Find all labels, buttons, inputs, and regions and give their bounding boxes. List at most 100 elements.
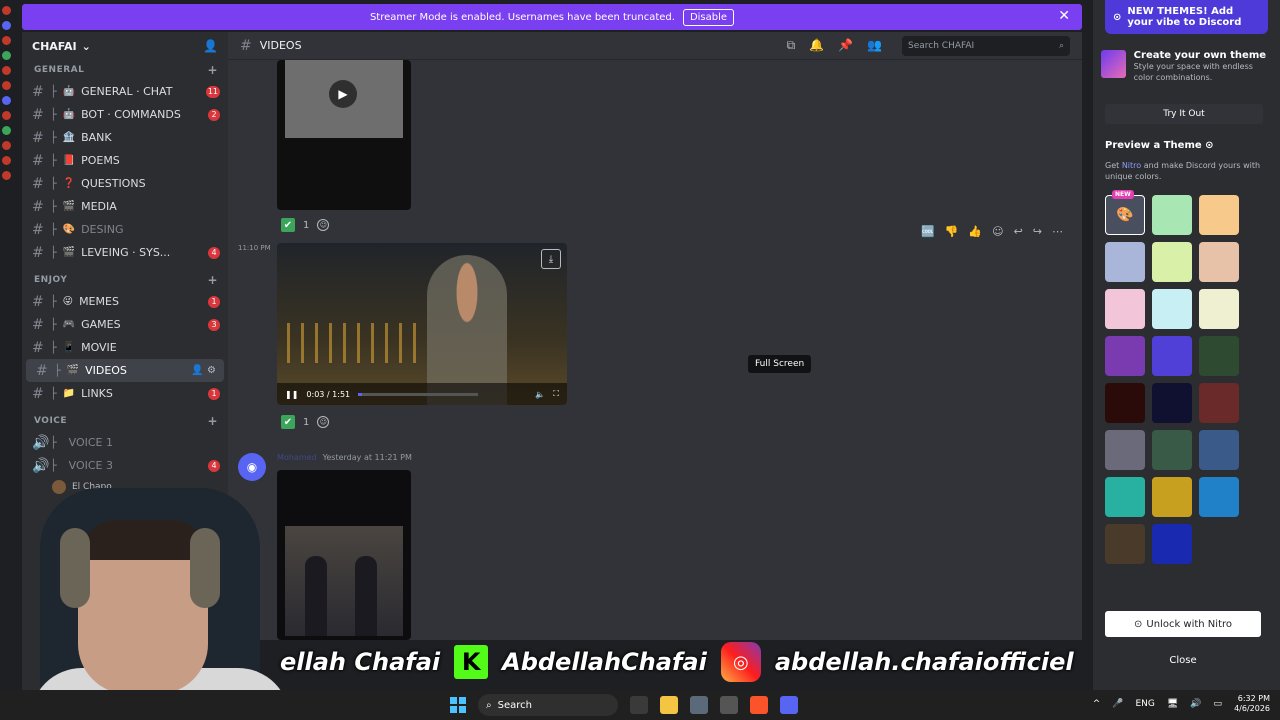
theme-swatch[interactable] <box>1199 195 1239 235</box>
theme-swatch[interactable] <box>1199 477 1239 517</box>
server-icon[interactable] <box>2 171 11 180</box>
server-header[interactable]: CHAFAI ⌄ 👤 <box>22 32 228 60</box>
search-input[interactable]: Search CHAFAI ⌕ <box>902 35 1070 56</box>
thumbs-up-icon[interactable]: 👍 <box>968 225 982 238</box>
theme-swatch[interactable] <box>1152 289 1192 329</box>
server-icon[interactable] <box>2 111 11 120</box>
theme-swatch[interactable] <box>1199 289 1239 329</box>
theme-swatch[interactable] <box>1105 430 1145 470</box>
pause-icon[interactable]: ❚❚ <box>285 390 298 399</box>
server-icon[interactable] <box>2 36 11 45</box>
task-view-icon[interactable] <box>630 696 648 714</box>
channel-item[interactable]: # ├ ❓ QUESTIONS <box>22 172 228 195</box>
channel-item[interactable]: # ├ 🎨 DESING <box>22 218 228 241</box>
plus-icon[interactable]: + <box>207 414 218 428</box>
server-icon[interactable] <box>2 126 11 135</box>
theme-swatch[interactable] <box>1152 477 1192 517</box>
theme-swatch[interactable] <box>1152 524 1192 564</box>
chevron-up-icon[interactable]: ^ <box>1093 699 1101 709</box>
theme-swatch[interactable] <box>1152 430 1192 470</box>
theme-swatch[interactable] <box>1105 383 1145 423</box>
channel-item[interactable]: 🔊 ├ VOICE 1 <box>22 431 228 454</box>
close-button[interactable]: Close <box>1105 650 1261 670</box>
server-icon[interactable] <box>2 156 11 165</box>
emoji-icon[interactable]: ☺ <box>992 225 1003 238</box>
theme-swatch[interactable] <box>1152 195 1192 235</box>
try-it-button[interactable]: Try It Out <box>1105 104 1263 124</box>
more-icon[interactable]: ⋯ <box>1052 225 1063 238</box>
theme-swatch[interactable] <box>1199 430 1239 470</box>
mic-icon[interactable]: 🎤 <box>1112 699 1123 709</box>
reply-icon[interactable]: ↩ <box>1014 225 1023 238</box>
channel-item[interactable]: # ├ 🏦 BANK <box>22 126 228 149</box>
fullscreen-icon[interactable]: ⛶ <box>553 389 559 399</box>
add-reaction-icon[interactable]: ☺ <box>317 219 330 231</box>
theme-swatch[interactable] <box>1105 242 1145 282</box>
brave-icon[interactable] <box>750 696 768 714</box>
bell-icon[interactable]: 🔔 <box>809 38 824 53</box>
channel-settings-icon[interactable]: 👤 ⚙ <box>191 365 216 376</box>
pin-icon[interactable]: 📌 <box>838 38 853 53</box>
theme-swatch[interactable] <box>1199 336 1239 376</box>
theme-swatch[interactable] <box>1152 242 1192 282</box>
channel-item[interactable]: # ├ 📁 LINKS 1 <box>22 382 228 405</box>
channel-item[interactable]: 🔊 ├ VOICE 3 4 <box>22 454 228 477</box>
download-icon[interactable]: ⤓ <box>541 249 561 269</box>
theme-swatch[interactable] <box>1199 383 1239 423</box>
play-icon[interactable]: ▶ <box>329 80 357 108</box>
server-icon[interactable] <box>2 66 11 75</box>
volume-icon[interactable]: 🔊 <box>1190 699 1201 709</box>
new-themes-banner[interactable]: ⊙ NEW THEMES! Add your vibe to Discord <box>1105 0 1268 34</box>
custom-theme-swatch[interactable]: NEW 🎨 <box>1105 190 1145 235</box>
channel-item[interactable]: # ├ 🤖 GENERAL · CHAT 11 <box>22 80 228 103</box>
threads-icon[interactable]: ⧉ <box>787 38 796 53</box>
theme-swatch[interactable] <box>1105 336 1145 376</box>
server-icon[interactable] <box>2 96 11 105</box>
theme-swatch[interactable] <box>1105 289 1145 329</box>
theme-swatch[interactable] <box>1152 336 1192 376</box>
discord-icon[interactable] <box>780 696 798 714</box>
channel-item[interactable]: # ├ 🎬 MEDIA <box>22 195 228 218</box>
camera-icon[interactable] <box>690 696 708 714</box>
clock[interactable]: 6:32 PM 4/6/2026 <box>1234 694 1270 713</box>
theme-swatch[interactable] <box>1105 524 1145 564</box>
theme-swatch[interactable] <box>1152 383 1192 423</box>
server-icon[interactable] <box>2 81 11 90</box>
file-explorer-icon[interactable] <box>660 696 678 714</box>
close-icon[interactable]: ✕ <box>1058 8 1070 24</box>
add-reaction-icon[interactable]: ☺ <box>317 416 330 428</box>
plus-icon[interactable]: + <box>207 273 218 287</box>
members-icon[interactable]: 👥 <box>867 38 882 53</box>
channel-item[interactable]: # ├ 📱 MOVIE <box>22 336 228 359</box>
app-icon[interactable] <box>720 696 738 714</box>
reaction-icon[interactable]: 🆒 <box>921 225 935 238</box>
network-icon[interactable]: 🖥 <box>1167 699 1178 709</box>
volume-icon[interactable]: 🔈 <box>535 390 545 399</box>
forward-icon[interactable]: ↪ <box>1033 225 1042 238</box>
server-icon[interactable] <box>2 21 11 30</box>
windows-start-icon[interactable] <box>450 697 466 713</box>
channel-item[interactable]: # ├ 😜 MEMES 1 <box>22 290 228 313</box>
server-icon[interactable] <box>2 141 11 150</box>
category-voice[interactable]: VOICE + <box>22 411 228 431</box>
video-player[interactable]: ⤓ ❚❚ 0:03 / 1:51 🔈 ⛶ <box>277 243 567 405</box>
server-icon[interactable] <box>2 51 11 60</box>
theme-swatch[interactable] <box>1199 242 1239 282</box>
category-general[interactable]: GENERAL + <box>22 60 228 80</box>
channel-item[interactable]: # ├ 🤖 BOT · COMMANDS 2 <box>22 103 228 126</box>
nitro-link[interactable]: Nitro <box>1122 161 1141 170</box>
server-icon[interactable] <box>2 6 11 15</box>
add-member-icon[interactable]: 👤 <box>203 39 218 53</box>
check-reaction[interactable]: ✔ <box>281 415 295 429</box>
taskbar-search[interactable]: ⌕ Search <box>478 694 618 716</box>
progress-bar[interactable] <box>358 392 479 396</box>
avatar[interactable]: ◉ <box>238 453 266 481</box>
disable-button[interactable]: Disable <box>682 8 735 26</box>
channel-item[interactable]: # ├ 🎬 VIDEOS 👤 ⚙ <box>26 359 224 382</box>
unlock-nitro-button[interactable]: ⊙ Unlock with Nitro <box>1105 611 1261 637</box>
theme-swatch[interactable] <box>1105 477 1145 517</box>
thumbs-down-icon[interactable]: 👎 <box>945 225 959 238</box>
plus-icon[interactable]: + <box>207 63 218 77</box>
language-indicator[interactable]: ENG <box>1135 699 1154 709</box>
video-attachment[interactable]: ▶ <box>277 60 411 210</box>
